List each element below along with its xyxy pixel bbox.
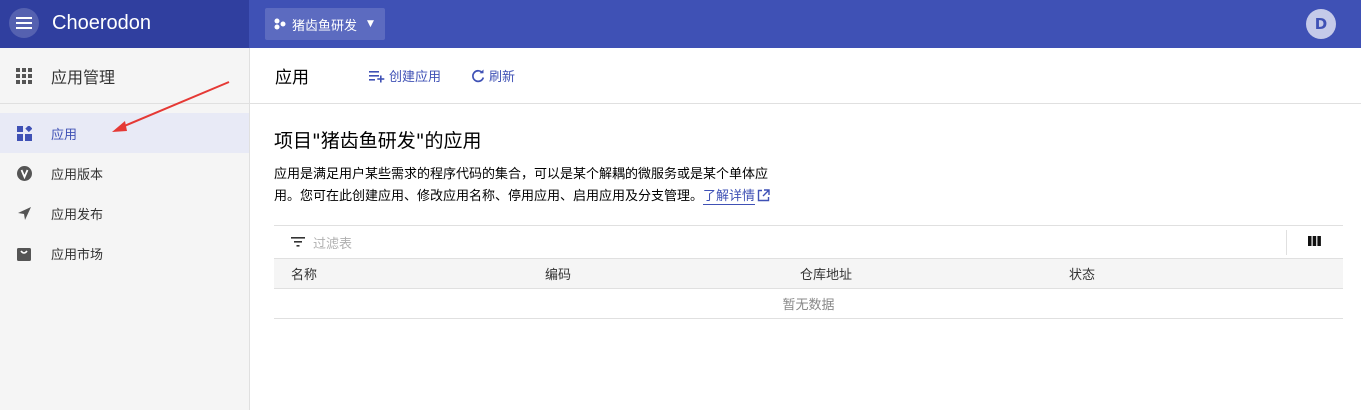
sidebar-item-label: 应用 xyxy=(51,127,78,143)
sidebar-item-label: 应用版本 xyxy=(51,167,104,183)
version-v-icon xyxy=(16,165,32,181)
page-description: 应用是满足用户某些需求的程序代码的集合，可以是某个解耦的微服务或是某个单体应用。… xyxy=(274,164,784,208)
filter-input[interactable]: 过滤表 xyxy=(313,233,352,252)
menu-button[interactable] xyxy=(9,8,39,38)
table-empty-row: 暂无数据 xyxy=(274,289,1343,319)
project-selector[interactable]: 猪齿鱼研发 ▼ xyxy=(265,8,385,40)
apps-grid-icon[interactable] xyxy=(15,67,33,85)
project-name: 猪齿鱼研发 xyxy=(292,18,358,34)
table-header-row: 名称 编码 仓库地址 状态 xyxy=(274,259,1343,289)
sidebar-header: 应用管理 xyxy=(0,48,249,104)
create-app-label: 创建应用 xyxy=(389,70,442,85)
sidebar-item-app[interactable]: 应用 xyxy=(0,113,249,153)
refresh-button[interactable]: 刷新 xyxy=(471,66,515,85)
sidebar-item-label: 应用发布 xyxy=(51,207,104,223)
store-icon xyxy=(16,245,32,261)
filter-icon xyxy=(291,237,305,247)
caret-down-icon: ▼ xyxy=(367,19,374,29)
create-app-button[interactable]: 创建应用 xyxy=(369,66,441,85)
app-table: 过滤表 名称 编码 仓库地址 状态 暂无数据 xyxy=(274,225,1343,319)
sidebar: 应用管理 应用 应用版本 应用发布 应用市场 xyxy=(0,48,250,410)
project-icon xyxy=(274,18,286,30)
page-body: 项目"猪齿鱼研发"的应用 应用是满足用户某些需求的程序代码的集合，可以是某个解耦… xyxy=(250,126,1361,208)
brand-area: Choerodon xyxy=(0,0,249,48)
sidebar-item-app-version[interactable]: 应用版本 xyxy=(0,153,249,193)
user-avatar[interactable]: D xyxy=(1306,9,1336,39)
column-header-repo[interactable]: 仓库地址 xyxy=(800,264,852,283)
external-link-icon[interactable] xyxy=(757,189,770,202)
sidebar-title: 应用管理 xyxy=(51,67,116,87)
page-header: 应用 创建应用 刷新 xyxy=(250,48,1361,104)
page-heading: 项目"猪齿鱼研发"的应用 xyxy=(274,130,482,152)
divider xyxy=(1286,230,1287,255)
refresh-label: 刷新 xyxy=(489,70,516,85)
hamburger-menu-icon xyxy=(16,17,32,29)
learn-more-link[interactable]: 了解详情 xyxy=(703,189,756,205)
empty-text: 暂无数据 xyxy=(782,298,835,313)
top-app-bar: Choerodon 猪齿鱼研发 ▼ D xyxy=(0,0,1361,48)
table-filter-bar[interactable]: 过滤表 xyxy=(274,225,1343,259)
column-header-name[interactable]: 名称 xyxy=(291,264,317,283)
apps-dashboard-icon xyxy=(16,125,32,141)
playlist-add-icon xyxy=(369,70,385,82)
main-content: 应用 创建应用 刷新 项目"猪齿鱼研发"的应用 应用是满足用户某些需求的程序代码… xyxy=(250,48,1361,410)
page-title: 应用 xyxy=(275,68,309,88)
column-header-code[interactable]: 编码 xyxy=(545,264,571,283)
brand-logo-text: Choerodon xyxy=(52,12,151,34)
send-icon xyxy=(16,205,32,221)
sidebar-item-label: 应用市场 xyxy=(51,247,104,263)
column-header-status[interactable]: 状态 xyxy=(1069,264,1095,283)
sidebar-item-app-market[interactable]: 应用市场 xyxy=(0,233,249,273)
description-text: 应用是满足用户某些需求的程序代码的集合，可以是某个解耦的微服务或是某个单体应用。… xyxy=(274,167,769,204)
refresh-icon xyxy=(472,69,485,82)
column-filter-icon[interactable] xyxy=(1308,236,1321,246)
sidebar-menu: 应用 应用版本 应用发布 应用市场 xyxy=(0,104,249,273)
sidebar-item-app-release[interactable]: 应用发布 xyxy=(0,193,249,233)
